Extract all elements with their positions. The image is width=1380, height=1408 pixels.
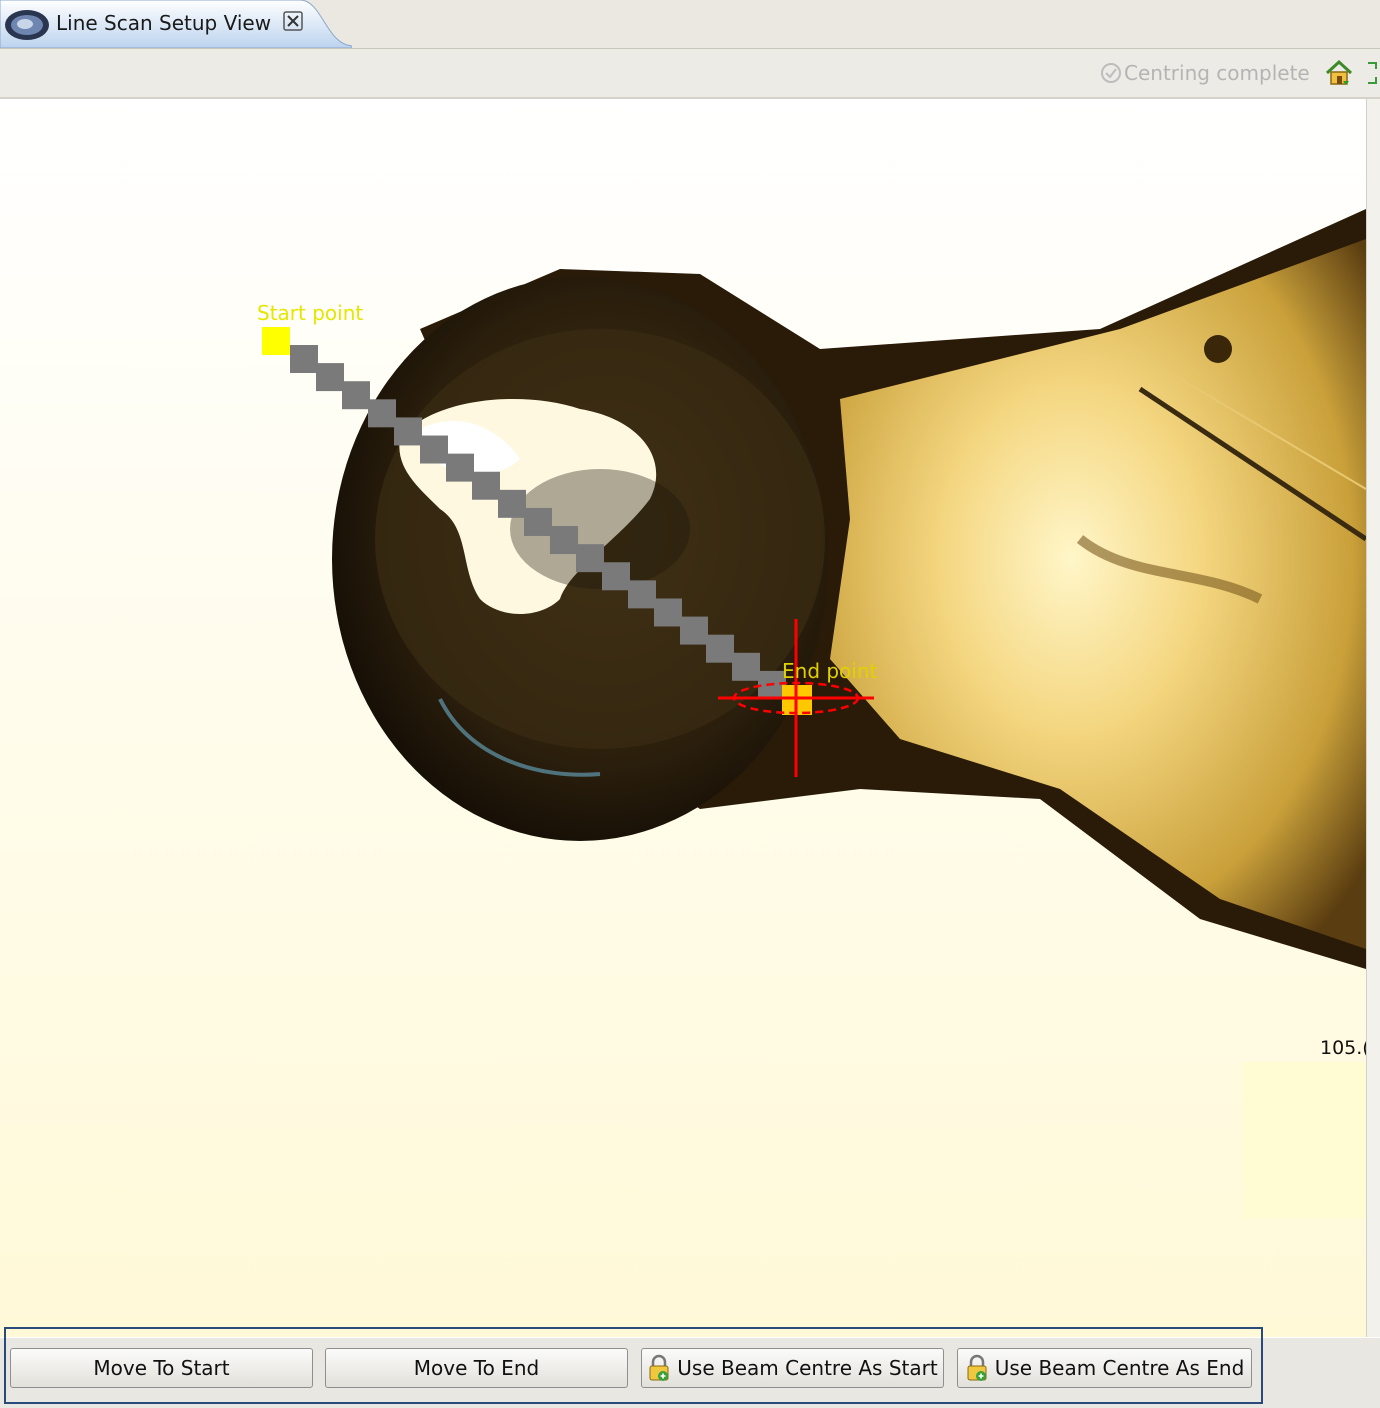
check-circle-icon xyxy=(1101,63,1121,83)
sample-image xyxy=(0,99,1366,1337)
camera-view[interactable]: Start point End point 105.( xyxy=(0,99,1366,1337)
scan-line-segment xyxy=(628,580,656,609)
scan-line-segment xyxy=(446,453,474,482)
close-icon[interactable] xyxy=(282,10,304,32)
scan-line-segment xyxy=(706,634,734,663)
move-to-end-label: Move To End xyxy=(413,1356,540,1380)
move-to-end-button[interactable]: Move To End xyxy=(325,1348,628,1388)
scan-line-segment xyxy=(654,598,682,627)
tab-title: Line Scan Setup View xyxy=(56,11,272,35)
start-point-label: Start point xyxy=(257,301,364,325)
move-to-start-label: Move To Start xyxy=(93,1356,230,1380)
scale-bar-box xyxy=(1243,1062,1366,1218)
tab-line-scan-setup-view[interactable]: Line Scan Setup View xyxy=(0,0,352,48)
scan-line-segment xyxy=(680,616,708,645)
scan-line-segment xyxy=(602,562,630,591)
vertical-scrollbar[interactable] xyxy=(1366,99,1380,1337)
centring-status: Centring complete xyxy=(1100,61,1310,85)
view-toolbar: Centring complete xyxy=(0,49,1380,99)
camera-view-icon xyxy=(5,10,49,40)
scale-label: 105.( xyxy=(1320,1037,1366,1059)
scan-line-segment xyxy=(394,417,422,446)
scan-line-segment xyxy=(316,363,344,392)
scan-line-segment xyxy=(472,471,500,500)
scan-line-segment xyxy=(368,399,396,428)
use-beam-centre-as-start-label: Use Beam Centre As Start xyxy=(677,1356,938,1380)
scan-line-segment xyxy=(550,526,578,555)
lock-icon xyxy=(967,1354,987,1381)
tab-strip: Line Scan Setup View xyxy=(0,0,1380,49)
scan-line-segment xyxy=(732,652,760,681)
use-beam-centre-as-end-label: Use Beam Centre As End xyxy=(994,1356,1245,1380)
scan-line-segment xyxy=(498,489,526,518)
lock-icon xyxy=(649,1354,669,1381)
scan-line-segment xyxy=(576,544,604,573)
use-beam-centre-as-end-button[interactable]: Use Beam Centre As End xyxy=(957,1348,1252,1388)
home-icon[interactable] xyxy=(1324,59,1354,87)
maximize-icon[interactable] xyxy=(1366,59,1378,87)
status-text: Centring complete xyxy=(1124,61,1310,85)
scan-line-segment xyxy=(420,435,448,464)
scan-line-segment xyxy=(290,345,318,373)
scan-line-segment xyxy=(524,507,552,536)
start-point-marker[interactable] xyxy=(262,327,290,355)
scan-line-segment xyxy=(342,381,370,410)
move-to-start-button[interactable]: Move To Start xyxy=(10,1348,313,1388)
end-point-label: End point xyxy=(782,659,878,683)
use-beam-centre-as-start-button[interactable]: Use Beam Centre As Start xyxy=(641,1348,944,1388)
